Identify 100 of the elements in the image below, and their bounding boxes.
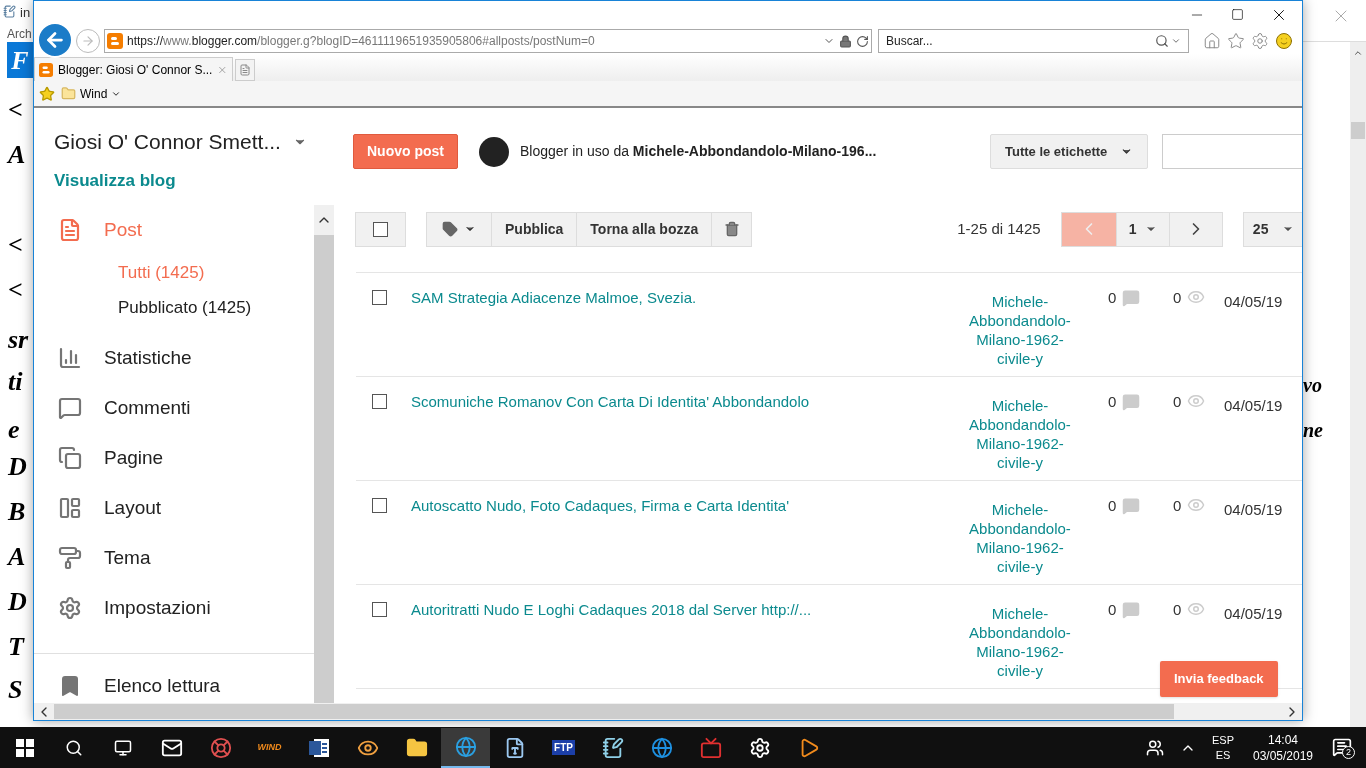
- notifications-button[interactable]: 2: [1332, 736, 1354, 759]
- browser-icon: [454, 735, 477, 758]
- horizontal-scrollbar[interactable]: [34, 703, 1302, 720]
- post-author: Michele- Abbondandolo- Milano-1962- civile-y: [968, 604, 1072, 681]
- nav-subitem[interactable]: Pubblicato (1425): [34, 290, 314, 325]
- view-count: 0: [1173, 288, 1182, 308]
- search-icon[interactable]: [1155, 34, 1169, 48]
- home-icon[interactable]: [1203, 32, 1221, 50]
- wind-logo: WIND: [257, 740, 282, 754]
- view-count: 0: [1173, 496, 1182, 516]
- search-input[interactable]: Buscar...: [886, 32, 1155, 50]
- window-title: in: [20, 4, 31, 22]
- dropdown-icon[interactable]: [1171, 36, 1181, 46]
- view-icon: [1187, 600, 1206, 618]
- tv-icon: [699, 736, 722, 759]
- user-avatar: [479, 136, 509, 167]
- smiley-icon[interactable]: [1275, 32, 1293, 50]
- ftp-logo: FTP: [552, 740, 575, 755]
- view-icon: [1187, 392, 1206, 410]
- script-text: A: [8, 541, 26, 573]
- row-checkbox[interactable]: [372, 290, 387, 305]
- view-count: 0: [1173, 600, 1182, 620]
- script-text: S: [8, 674, 23, 706]
- scroll-thumb[interactable]: [1351, 122, 1365, 139]
- script-text: T: [8, 631, 24, 663]
- blogger-logo: [39, 61, 54, 78]
- nav-item[interactable]: Tema: [34, 533, 314, 583]
- select-all-checkbox-button[interactable]: [355, 211, 406, 247]
- comment-count: 0: [1108, 600, 1117, 620]
- row-checkbox[interactable]: [372, 394, 387, 409]
- script-text: ti: [8, 366, 23, 398]
- notification-badge: 2: [1342, 745, 1355, 759]
- new-tab-icon: [239, 64, 251, 76]
- per-page-dropdown[interactable]: 25: [1242, 211, 1302, 247]
- post-author: Michele- Abbondandolo- Milano-1962- civile-y: [968, 500, 1072, 577]
- nav-item[interactable]: Impostazioni: [34, 583, 314, 633]
- folder-icon: [405, 736, 428, 759]
- page-range: 1-25 di 1425: [957, 218, 1041, 239]
- paint-roller-icon: [58, 546, 82, 570]
- scrollbar[interactable]: [1350, 42, 1366, 727]
- settings-icon: [58, 596, 82, 620]
- script-text: ne: [1303, 418, 1323, 443]
- post-author: Michele- Abbondandolo- Milano-1962- civile-y: [968, 292, 1072, 369]
- taskbar-button[interactable]: [441, 727, 490, 768]
- script-text: <: [8, 94, 23, 126]
- post-title-link[interactable]: SAM Strategia Adiacenze Malmoe, Svezia.: [411, 287, 956, 307]
- script-text: <: [8, 229, 23, 261]
- lifebuoy-icon: [209, 736, 232, 759]
- comment-count: 0: [1108, 496, 1117, 516]
- nav-item[interactable]: Statistiche: [34, 333, 314, 383]
- post-title-link[interactable]: Autoscatto Nudo, Foto Cadaques, Firma e Carta Identita': [411, 495, 956, 515]
- script-text: A: [8, 139, 26, 171]
- script-text: <: [8, 274, 23, 306]
- scrollbar[interactable]: [314, 205, 334, 703]
- browser-tab[interactable]: Blogger: Giosi O' Connor S...: [34, 57, 233, 81]
- favorites-icon[interactable]: [1227, 32, 1245, 50]
- settings-icon[interactable]: [1251, 32, 1269, 50]
- search-field[interactable]: [1162, 134, 1302, 169]
- refresh-icon[interactable]: [856, 34, 869, 48]
- folder-icon: [61, 86, 76, 101]
- tag-icon: [442, 221, 458, 237]
- post-date: 04/05/19: [1224, 396, 1283, 416]
- language-indicator[interactable]: ESP ES: [1212, 732, 1234, 763]
- post-title-link[interactable]: Scomuniche Romanov Con Carta Di Identita' Abbondandolo: [411, 391, 956, 411]
- search-icon: [64, 738, 83, 757]
- blog-title-dropdown[interactable]: Giosi O' Connor Smett...: [54, 126, 307, 158]
- post-title-link[interactable]: Autoritratti Nudo E Loghi Cadaques 2018 dal Server http://...: [411, 599, 956, 619]
- nav-item[interactable]: Commenti: [34, 383, 314, 433]
- nav-item[interactable]: Pagine: [34, 433, 314, 483]
- clock[interactable]: 14:04 03/05/2019: [1248, 731, 1318, 764]
- new-tab-button[interactable]: [235, 59, 255, 81]
- view-count: 0: [1173, 392, 1182, 412]
- comment-count: 0: [1108, 392, 1117, 412]
- publish-button[interactable]: Pubblica: [492, 212, 578, 246]
- script-text: sr: [8, 324, 29, 356]
- nav-item[interactable]: Elenco lettura: [34, 669, 314, 703]
- document-app-icon: [307, 736, 330, 759]
- scroll-thumb[interactable]: [54, 704, 1174, 719]
- comment-icon: [1122, 289, 1141, 307]
- taskbar-button[interactable]: FTP: [539, 727, 588, 768]
- pages-icon: [58, 446, 82, 470]
- people-icon[interactable]: [1146, 738, 1164, 757]
- labels-dropdown[interactable]: Tutte le etichette: [990, 134, 1148, 169]
- comment-icon: [1122, 497, 1141, 515]
- maximize-icon[interactable]: [1231, 8, 1244, 21]
- view-icon: [1187, 496, 1206, 514]
- row-checkbox[interactable]: [372, 602, 387, 617]
- post-author: Michele- Abbondandolo- Milano-1962- civile-y: [968, 396, 1072, 473]
- taskbar-button[interactable]: WIND: [245, 727, 294, 768]
- search-field[interactable]: Buscar...: [878, 29, 1189, 53]
- row-checkbox[interactable]: [372, 498, 387, 513]
- menu-item[interactable]: Arch: [7, 25, 32, 43]
- lock-icon: [839, 34, 852, 48]
- view-blog-link[interactable]: Visualizza blog: [54, 167, 334, 193]
- address-bar[interactable]: https://www.blogger.com/blogger.g?blogID=4611119651935905806#allposts/postNum=0: [104, 29, 872, 53]
- revert-to-draft-button[interactable]: Torna alla bozza: [577, 212, 713, 246]
- post-date: 04/05/19: [1224, 500, 1283, 520]
- nav-item[interactable]: Layout: [34, 483, 314, 533]
- post-date: 04/05/19: [1224, 292, 1283, 312]
- favorites-folder[interactable]: Wind: [61, 84, 122, 103]
